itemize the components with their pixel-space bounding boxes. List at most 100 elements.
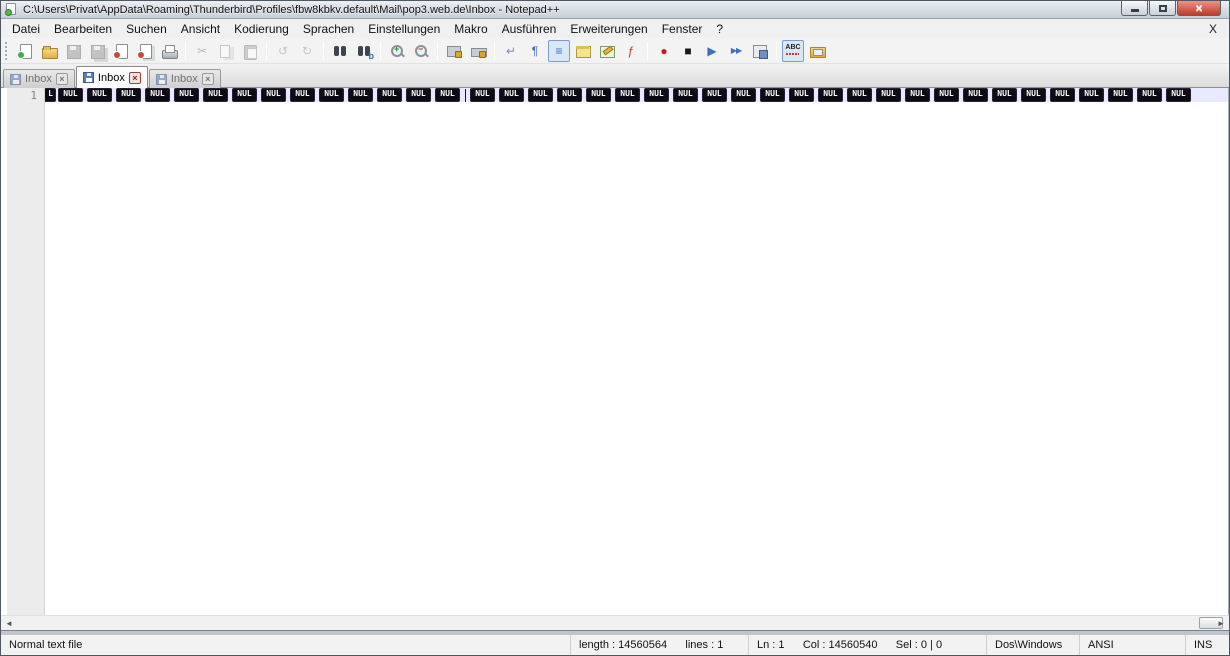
close-all-button[interactable] bbox=[134, 40, 156, 62]
open-file-button[interactable] bbox=[38, 40, 60, 62]
record-icon: ● bbox=[660, 43, 668, 58]
menu-item-einstellungen[interactable]: Einstellungen bbox=[361, 20, 447, 38]
window-pencil-icon bbox=[599, 43, 615, 59]
close-window-button[interactable]: × bbox=[1177, 1, 1221, 16]
save-button[interactable] bbox=[62, 40, 84, 62]
menu-item-datei[interactable]: Datei bbox=[5, 20, 47, 38]
status-doc-type: Normal text file bbox=[9, 639, 83, 651]
nul-char-block: NUL bbox=[877, 89, 900, 101]
undo-button[interactable]: ↺ bbox=[272, 40, 294, 62]
function-list-button[interactable]: ƒ bbox=[620, 40, 642, 62]
zoom-in-button[interactable] bbox=[386, 40, 408, 62]
toolbar-grip bbox=[5, 41, 9, 60]
nul-char-block: NUL bbox=[935, 89, 958, 101]
close-file-button[interactable] bbox=[110, 40, 132, 62]
minimize-icon bbox=[1130, 8, 1139, 12]
word-wrap-icon: ↵ bbox=[505, 43, 517, 58]
show-all-characters-button[interactable]: ¶ bbox=[524, 40, 546, 62]
nul-char-block: NUL bbox=[500, 89, 523, 101]
sync-horizontal-scroll-button[interactable] bbox=[467, 40, 489, 62]
new-file-button[interactable] bbox=[14, 40, 36, 62]
tab-close-icon[interactable]: × bbox=[128, 71, 141, 84]
word-wrap-button[interactable]: ↵ bbox=[500, 40, 522, 62]
user-defined-dialog-button[interactable] bbox=[572, 40, 594, 62]
tab-2-active[interactable]: Inbox × bbox=[75, 66, 148, 88]
plugin-button[interactable] bbox=[806, 40, 828, 62]
cut-button[interactable]: ✂ bbox=[191, 40, 213, 62]
caret-line[interactable]: L NUL NUL NUL NUL NUL NUL NUL NUL NUL NUL NUL NUL NUL… bbox=[45, 88, 1228, 102]
menu-close-document-button[interactable]: X bbox=[1197, 22, 1229, 36]
redo-button[interactable]: ↻ bbox=[296, 40, 318, 62]
nul-char-block: NUL bbox=[407, 89, 430, 101]
menu-item-ansicht[interactable]: Ansicht bbox=[174, 20, 227, 38]
menu-item-bearbeiten[interactable]: Bearbeiten bbox=[47, 20, 119, 38]
menu-item-fenster[interactable]: Fenster bbox=[655, 20, 710, 38]
nul-char-block: NUL bbox=[88, 89, 111, 101]
toolbar-separator bbox=[266, 41, 267, 60]
show-indent-guide-button[interactable]: ≡ bbox=[548, 39, 570, 62]
tab-3[interactable]: Inbox × bbox=[148, 69, 221, 88]
title-bar[interactable]: C:\Users\Privat\AppData\Roaming\Thunderb… bbox=[1, 1, 1229, 19]
close-file-icon bbox=[113, 43, 129, 59]
menu-bar: Datei Bearbeiten Suchen Ansicht Kodierung Spr… bbox=[1, 19, 1229, 38]
nul-char-block-partial: L bbox=[45, 89, 55, 101]
scroll-right-arrow[interactable]: ► bbox=[1213, 616, 1229, 631]
nul-char-block: NUL bbox=[349, 89, 372, 101]
nul-char-block: NUL bbox=[378, 89, 401, 101]
spell-abc-icon bbox=[785, 43, 801, 59]
nul-char-block: NUL bbox=[703, 89, 726, 101]
document-map-button[interactable] bbox=[596, 40, 618, 62]
scrollbar-track[interactable] bbox=[17, 616, 1229, 630]
scroll-left-arrow[interactable]: ◄ bbox=[1, 616, 17, 631]
nul-char-block: NUL bbox=[848, 89, 871, 101]
tab-close-icon[interactable]: × bbox=[55, 73, 68, 85]
macro-run-multiple-button[interactable]: ▶▶ bbox=[725, 40, 747, 62]
menu-item-ausf-hren[interactable]: Ausführen bbox=[495, 20, 564, 38]
paste-button[interactable] bbox=[239, 40, 261, 62]
zoom-out-icon bbox=[413, 43, 429, 59]
horizontal-scrollbar[interactable]: ◄ ► bbox=[1, 615, 1229, 630]
find-button[interactable] bbox=[329, 40, 351, 62]
nul-char-block: NUL bbox=[59, 89, 82, 101]
editor-content[interactable]: L NUL NUL NUL NUL NUL NUL NUL NUL NUL NUL NUL NUL NUL… bbox=[45, 88, 1228, 615]
editor-area[interactable]: 1 L NUL NUL NUL NUL NUL NUL NUL NUL NUL NUL NUL NUL N… bbox=[1, 88, 1229, 615]
tab-label: Inbox bbox=[25, 73, 52, 85]
macro-save-button[interactable] bbox=[749, 40, 771, 62]
menu-item-sprachen[interactable]: Sprachen bbox=[296, 20, 361, 38]
print-button[interactable] bbox=[158, 40, 180, 62]
menu-item-help[interactable]: ? bbox=[709, 20, 730, 38]
new-file-icon bbox=[17, 43, 33, 59]
nul-char-block: NUL bbox=[674, 89, 697, 101]
status-encoding: ANSI bbox=[1079, 635, 1185, 655]
nul-char-block: NUL bbox=[291, 89, 314, 101]
sync-vertical-scroll-button[interactable] bbox=[443, 40, 465, 62]
indent-guide-icon: ≡ bbox=[555, 43, 563, 58]
tab-1[interactable]: Inbox × bbox=[3, 69, 75, 88]
plugin-folder-icon bbox=[809, 43, 826, 59]
menu-item-suchen[interactable]: Suchen bbox=[119, 20, 174, 38]
macro-record-button[interactable]: ● bbox=[653, 40, 675, 62]
macro-stop-button[interactable]: ■ bbox=[677, 40, 699, 62]
spell-check-button[interactable] bbox=[782, 39, 804, 62]
toolbar-separator bbox=[323, 41, 324, 60]
nul-char-block: NUL bbox=[175, 89, 198, 101]
menu-item-erweiterungen[interactable]: Erweiterungen bbox=[563, 20, 654, 38]
tab-close-icon[interactable]: × bbox=[201, 73, 214, 85]
nul-char-block: NUL bbox=[320, 89, 343, 101]
zoom-out-button[interactable] bbox=[410, 40, 432, 62]
restore-button[interactable] bbox=[1149, 1, 1176, 16]
replace-button[interactable] bbox=[353, 40, 375, 62]
pilcrow-icon: ¶ bbox=[531, 43, 539, 58]
nul-char-block: NUL bbox=[1051, 89, 1074, 101]
macro-play-button[interactable]: ▶ bbox=[701, 40, 723, 62]
minimize-button[interactable] bbox=[1121, 1, 1148, 16]
open-folder-icon bbox=[41, 43, 58, 59]
save-all-button[interactable] bbox=[86, 40, 108, 62]
menu-item-kodierung[interactable]: Kodierung bbox=[227, 20, 296, 38]
redo-icon: ↻ bbox=[301, 43, 313, 58]
menu-item-makro[interactable]: Makro bbox=[447, 20, 494, 38]
macro-save-icon bbox=[752, 43, 768, 59]
toolbar-separator bbox=[185, 41, 186, 60]
copy-button[interactable] bbox=[215, 40, 237, 62]
status-cursor-pos: Ln : 1 Col : 14560540 Sel : 0 | 0 bbox=[748, 635, 986, 655]
